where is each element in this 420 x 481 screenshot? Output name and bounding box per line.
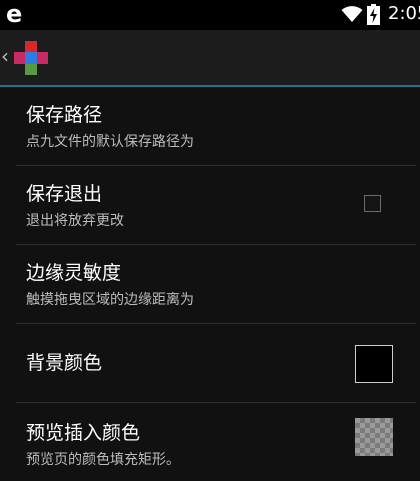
wifi-icon (341, 6, 363, 22)
pref-save-exit[interactable]: 保存退出 退出将放弃更改 (0, 166, 420, 244)
pref-summary: 点九文件的默认保存路径为 (26, 134, 194, 150)
browser-e-icon: e (6, 0, 23, 28)
save-exit-checkbox[interactable] (364, 195, 381, 212)
back-chevron-icon[interactable]: ‹ (1, 45, 9, 67)
action-bar: ‹ (0, 30, 420, 87)
pref-title: 预览插入颜色 (26, 422, 141, 444)
battery-charging-icon (367, 4, 380, 25)
pref-summary: 退出将放弃更改 (26, 213, 124, 229)
preview-fill-color-swatch[interactable] (355, 418, 393, 456)
pref-title: 背景颜色 (26, 352, 103, 374)
pref-summary: 触摸拖曳区域的边缘距离为 (26, 292, 194, 308)
pref-edge-sensitivity[interactable]: 边缘灵敏度 触摸拖曳区域的边缘距离为 (0, 245, 420, 323)
pref-title: 保存路径 (26, 104, 103, 126)
status-time: 2:05 (388, 3, 420, 24)
pref-title: 边缘灵敏度 (26, 262, 122, 284)
status-bar: e 2:05 (0, 0, 420, 30)
background-color-swatch[interactable] (355, 345, 393, 383)
pref-save-path[interactable]: 保存路径 点九文件的默认保存路径为 (0, 87, 420, 165)
pref-summary: 预览页的颜色填充矩形。 (26, 452, 180, 468)
pref-preview-fill-color[interactable]: 预览插入颜色 预览页的颜色填充矩形。 (0, 403, 420, 481)
pref-background-color[interactable]: 背景颜色 (0, 324, 420, 402)
settings-list: 保存路径 点九文件的默认保存路径为 保存退出 退出将放弃更改 边缘灵敏度 触摸拖… (0, 87, 420, 481)
nine-patch-logo-icon[interactable] (12, 39, 50, 77)
pref-title: 保存退出 (26, 183, 103, 205)
